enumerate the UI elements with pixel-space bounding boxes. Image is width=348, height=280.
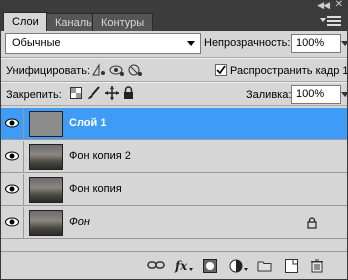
panel-footer: fx <box>1 251 347 279</box>
layer-row[interactable]: Слой 1 <box>1 108 347 140</box>
opacity-label: Непрозрачность: <box>204 37 291 49</box>
lock-transparent-icon[interactable] <box>70 87 82 99</box>
layer-row[interactable]: Фон <box>1 207 347 239</box>
layer-name: Слой 1 <box>69 117 107 129</box>
tab-label: Контуры <box>101 17 145 29</box>
tab-paths[interactable]: Контуры <box>92 13 154 31</box>
visibility-toggle[interactable] <box>1 207 24 239</box>
layers-panel: ◀◀ ✕ Слои Каналы Контуры Обычные Непрозр… <box>0 0 348 280</box>
layer-name: Фон копия <box>69 183 122 195</box>
opacity-dropdown-icon[interactable] <box>341 41 348 46</box>
opacity-value: 100% <box>296 37 325 49</box>
layer-thumbnail <box>29 144 63 170</box>
fill-value: 100% <box>296 88 325 100</box>
panel-menu-icon[interactable] <box>320 16 341 28</box>
folder-icon[interactable] <box>257 259 272 272</box>
lock-icon <box>307 217 317 229</box>
eye-icon <box>5 184 19 194</box>
tab-layers[interactable]: Слои <box>3 12 48 31</box>
collapse-icon[interactable]: ◀◀ <box>317 0 330 11</box>
panel-title-bar: ◀◀ ✕ <box>1 0 347 11</box>
fill-dropdown-icon[interactable] <box>341 92 348 97</box>
fill-label: Заливка: <box>246 89 292 101</box>
chevron-down-icon <box>187 41 195 46</box>
panel-tabs: Слои Каналы Контуры <box>1 11 347 31</box>
fill-input[interactable]: 100% <box>291 85 341 104</box>
layer-thumbnail <box>29 210 63 236</box>
propagate-checkbox[interactable] <box>215 64 227 76</box>
blend-mode-select[interactable]: Обычные <box>5 33 201 54</box>
layer-thumbnail <box>29 111 63 137</box>
layer-name: Фон копия 2 <box>69 150 131 162</box>
opacity-input[interactable]: 100% <box>291 34 341 53</box>
eye-icon <box>5 118 19 128</box>
layer-name: Фон <box>69 216 90 228</box>
svg-text:fx: fx <box>174 259 188 273</box>
trash-icon[interactable] <box>311 259 323 273</box>
visibility-toggle[interactable] <box>1 141 24 173</box>
unify-visibility-icon[interactable] <box>109 63 125 77</box>
unify-style-icon[interactable] <box>127 63 143 77</box>
visibility-toggle[interactable] <box>1 174 24 206</box>
close-icon[interactable]: ✕ <box>335 0 343 10</box>
lock-move-icon[interactable] <box>105 86 119 100</box>
tab-label: Каналы <box>55 17 95 29</box>
propagate-label: Распространить кадр 1 <box>230 65 348 77</box>
divider <box>1 82 347 83</box>
unify-label: Унифицировать: <box>6 65 91 77</box>
lock-brush-icon[interactable] <box>87 86 101 100</box>
lock-all-icon[interactable] <box>123 86 134 100</box>
mask-icon[interactable] <box>203 259 217 273</box>
link-icon[interactable] <box>147 259 165 271</box>
layers-list: Слой 1 Фон копия 2 Фон копия Фон <box>1 106 347 249</box>
blend-mode-value: Обычные <box>12 37 61 49</box>
adjustment-icon[interactable] <box>229 259 249 273</box>
eye-icon <box>5 217 19 227</box>
layer-thumbnail <box>29 177 63 203</box>
new-layer-icon[interactable] <box>285 259 298 273</box>
layer-row[interactable]: Фон копия 2 <box>1 141 347 173</box>
visibility-toggle[interactable] <box>1 108 24 140</box>
fx-icon[interactable]: fx <box>174 259 194 273</box>
lock-label: Закрепить: <box>6 89 62 101</box>
eye-icon <box>5 151 19 161</box>
layer-row[interactable]: Фон копия <box>1 174 347 206</box>
unify-position-icon[interactable] <box>91 63 107 77</box>
tab-label: Слои <box>12 16 39 28</box>
check-icon <box>216 65 226 75</box>
divider <box>1 58 347 59</box>
